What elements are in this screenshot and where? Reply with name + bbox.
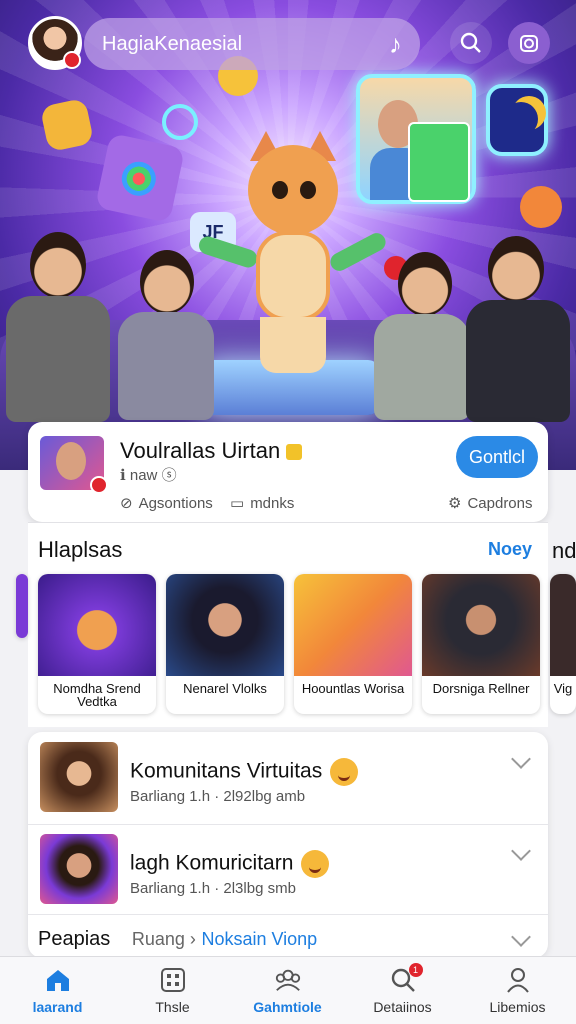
music-note-icon[interactable]: ♪ — [389, 29, 402, 60]
list-item[interactable]: lagh Komuricitarn Barliang 1.h · 2l3lbg … — [28, 824, 548, 914]
follow-button[interactable]: Gontlcl — [456, 436, 538, 478]
notification-badge: 1 — [408, 963, 423, 977]
profile-avatar[interactable] — [40, 436, 108, 494]
list-thumbnail — [40, 834, 118, 904]
chevron-down-icon[interactable] — [511, 841, 531, 861]
gear-icon: ⚙ — [448, 495, 462, 512]
nav-grid[interactable]: Thsle — [115, 957, 230, 1024]
list-item-meta: Barliang 1.h · 2l92lbg amb — [130, 788, 306, 805]
title-pill[interactable]: HagiaKenaesial ♪ — [84, 18, 420, 70]
profile-card[interactable]: Voulrallas Uirtan ℹ naw ⓢ Gontlcl ⊘ Agson… — [28, 422, 548, 522]
camera-icon[interactable] — [508, 22, 550, 64]
user-avatar[interactable] — [28, 16, 82, 70]
verified-icon — [286, 444, 303, 461]
people-crumb: Ruang › — [131, 929, 196, 949]
list-thumbnail — [40, 742, 118, 812]
video-frame-large — [356, 74, 476, 204]
person-1 — [6, 232, 116, 422]
chevron-down-icon[interactable] — [511, 927, 531, 947]
person-4 — [464, 236, 574, 422]
meta-item-3[interactable]: ⚙ Capdrons — [448, 494, 533, 513]
person-3 — [374, 252, 474, 420]
smile-emoji-icon — [330, 758, 359, 786]
bottom-nav: laarand Thsle Gahmtiole 1 Detaiinos Libe… — [0, 956, 576, 1024]
search-icon: 1 — [389, 963, 423, 993]
highlight-tile[interactable]: Hoountlas Worisa — [294, 574, 412, 714]
grid-icon — [159, 967, 187, 993]
home-icon — [44, 967, 72, 993]
hero-banner: JF HagiaKenaesial ♪ — [0, 0, 576, 470]
list-item-meta: Barliang 1.h · 2l3lbg smb — [130, 880, 296, 897]
list-item-title: lagh Komuricitarn — [130, 850, 330, 878]
nav-profile[interactable]: Libemios — [460, 957, 575, 1024]
community-icon — [274, 967, 302, 993]
highlight-tile[interactable]: Nomdha Srend Vedtka — [38, 574, 156, 714]
people-row[interactable]: Peapias Ruang › Noksain Vionp — [38, 928, 317, 951]
smile-emoji-icon — [301, 850, 330, 878]
profile-icon — [504, 967, 532, 993]
highlight-tile[interactable]: Nenarel Vlolks — [166, 574, 284, 714]
notification-dot — [63, 51, 81, 69]
profile-handle: ℹ naw ⓢ — [120, 467, 177, 484]
lightning-icon — [520, 186, 562, 228]
list-item[interactable]: Komunitans Virtuitas Barliang 1.h · 2l92… — [28, 732, 548, 822]
chevron-down-icon[interactable] — [511, 749, 531, 769]
meta-item-2[interactable]: ▭ mdnks — [230, 494, 294, 513]
app-title: HagiaKenaesial — [102, 32, 243, 55]
search-icon[interactable] — [450, 22, 492, 64]
list-item-title: Komunitans Virtuitas — [130, 758, 359, 786]
moon-frame — [486, 84, 548, 156]
highlights-more-link[interactable]: Noey — [488, 539, 532, 560]
highlights-peek-label: nd — [552, 538, 576, 563]
game-box-icon — [94, 132, 186, 224]
nav-home[interactable]: laarand — [0, 957, 115, 1024]
highlight-tile-prev[interactable] — [16, 574, 28, 638]
meta-item-1[interactable]: ⊘ Agsontions — [120, 494, 213, 513]
person-2 — [118, 250, 218, 420]
profile-name: Voulrallas Uirtan — [120, 438, 303, 464]
highlights-title: Hlaplsas — [38, 537, 123, 562]
live-badge — [90, 476, 108, 494]
book-icon: ▭ — [230, 495, 245, 512]
nav-community[interactable]: Gahmtiole — [230, 957, 345, 1024]
people-link[interactable]: Noksain Vionp — [201, 929, 317, 949]
fox-mascot — [196, 131, 389, 375]
nav-search[interactable]: 1 Detaiinos — [345, 957, 460, 1024]
target-icon — [162, 104, 198, 140]
highlight-tile[interactable]: Dorsniga Rellner — [422, 574, 540, 714]
community-list: Komunitans Virtuitas Barliang 1.h · 2l92… — [28, 732, 548, 958]
highlight-tile[interactable]: Vig — [550, 574, 576, 714]
people-label: Peapias — [38, 928, 111, 950]
link-icon: ⊘ — [120, 495, 133, 512]
